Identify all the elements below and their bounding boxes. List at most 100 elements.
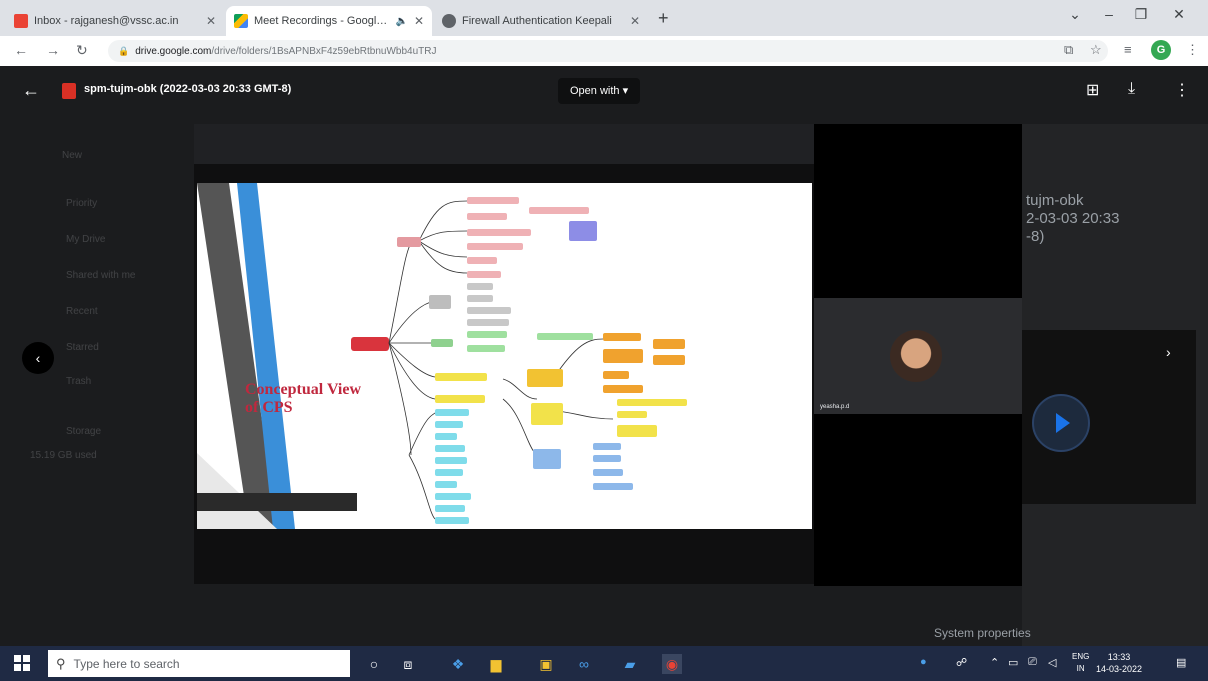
screen-share-notice-bar [197, 493, 357, 511]
speaker-icon[interactable]: 🔈 [395, 16, 407, 27]
tab-label: Firewall Authentication Keepali [462, 15, 612, 27]
link-app-icon[interactable]: ∞ [574, 654, 594, 674]
participant-name: yeasha.p.d [820, 404, 850, 410]
mindmap-node [593, 483, 633, 490]
sidebar-item-shared: Shared with me [66, 270, 136, 281]
region-code: IN [1076, 664, 1085, 673]
people-icon[interactable]: ☍ [956, 656, 967, 669]
sidebar-item-new: New [62, 150, 83, 161]
windows-taskbar: ⚲ Type here to search ○ ⧈ ❖ ▆ ▣ ∞ ▰ ◉ ● … [0, 646, 1208, 681]
mindmap-node [529, 207, 589, 214]
system-clock[interactable]: 13:33 14-03-2022 [1096, 651, 1142, 675]
star-icon[interactable]: ☆ [1090, 42, 1102, 58]
play-icon[interactable] [1032, 394, 1090, 452]
cortana-icon[interactable]: ○ [364, 654, 384, 674]
language-code: ENG [1072, 652, 1090, 661]
mindmap-node [653, 355, 685, 365]
lock-icon[interactable]: 🔒 [118, 46, 129, 57]
browser-toolbar: ← → ↻ 🔒 drive.google.com/drive/folders/1… [0, 36, 1208, 66]
taskbar-search-box[interactable]: ⚲ Type here to search [48, 650, 350, 677]
mindmap-node [617, 425, 657, 437]
address-bar[interactable]: 🔒 drive.google.com/drive/folders/1BsAPNB… [108, 40, 1108, 62]
task-view-icon[interactable]: ⧈ [398, 654, 418, 674]
mindmap-node [467, 295, 493, 302]
mindmap-node [435, 481, 457, 488]
mindmap-node [467, 213, 507, 220]
mail-icon[interactable]: ▰ [620, 654, 640, 674]
mindmap-node [603, 333, 641, 341]
network-icon[interactable]: ⎚ [1028, 656, 1037, 669]
mindmap-node [435, 373, 487, 381]
notifications-icon[interactable]: ▤ [1176, 656, 1186, 669]
mindmap-node [603, 385, 643, 393]
open-with-label: Open with [570, 85, 620, 97]
sidebar-item-my-drive: My Drive [66, 234, 106, 245]
mindmap-node [467, 243, 523, 250]
tab-label: Inbox - rajganesh@vssc.ac.in [34, 15, 179, 27]
mindmap-node [533, 449, 561, 469]
new-tab-button[interactable]: + [658, 8, 669, 29]
slide-title-line: Conceptual View [245, 381, 361, 398]
more-options-icon[interactable]: ⋮ [1174, 80, 1190, 100]
dropbox-icon[interactable]: ❖ [448, 654, 468, 674]
profile-avatar[interactable]: G [1151, 40, 1171, 60]
battery-icon[interactable]: ▭ [1008, 656, 1018, 669]
show-hidden-icons[interactable]: ⌃ [990, 656, 999, 669]
mindmap-node [435, 457, 467, 464]
mindmap-node [531, 403, 563, 425]
back-arrow-icon[interactable]: ← [22, 80, 40, 101]
close-icon[interactable]: ✕ [414, 14, 424, 28]
file-explorer-icon[interactable]: ▆ [486, 654, 506, 674]
open-with-button[interactable]: Open with ▾ [558, 78, 641, 104]
minimize-button[interactable]: – [1094, 6, 1124, 22]
close-icon[interactable]: ✕ [630, 14, 640, 28]
slide-title: Conceptual View of CPS [245, 381, 361, 417]
drive-icon [234, 14, 248, 28]
sidebar-item-recent: Recent [66, 306, 98, 317]
details-title-line: 2-03-03 20:33 [1026, 210, 1120, 227]
tab-label: Meet Recordings - Google D [254, 15, 392, 27]
details-title-line: -8) [1026, 228, 1045, 245]
store-icon[interactable]: ▣ [536, 654, 556, 674]
gmail-icon [14, 14, 28, 28]
mindmap-node [431, 339, 453, 347]
chevron-down-icon[interactable]: ⌄ [1060, 6, 1090, 23]
language-indicator[interactable]: ENG IN [1072, 651, 1089, 675]
playlist-icon[interactable]: ≡ [1124, 42, 1132, 57]
central-node [351, 337, 389, 351]
mindmap-node [467, 319, 509, 326]
tab-meet-recordings[interactable]: Meet Recordings - Google D 🔈 ✕ [226, 6, 432, 36]
reload-icon[interactable]: ↻ [76, 42, 88, 59]
mindmap-node [467, 331, 507, 338]
meet-tray-icon[interactable]: ● [920, 656, 927, 668]
windows-start-icon[interactable] [14, 655, 30, 671]
next-file-button[interactable]: › [1166, 344, 1171, 360]
tab-gmail[interactable]: Inbox - rajganesh@vssc.ac.in ✕ [6, 6, 224, 36]
back-icon[interactable]: ← [14, 42, 28, 58]
presentation-slide: Conceptual View of CPS [197, 183, 812, 529]
close-icon[interactable]: ✕ [206, 14, 216, 28]
search-placeholder: Type here to search [73, 656, 180, 671]
chrome-icon[interactable]: ◉ [662, 654, 682, 674]
close-window-button[interactable]: ✕ [1164, 6, 1194, 23]
tab-firewall-auth[interactable]: Firewall Authentication Keepali ✕ [434, 6, 648, 36]
add-comment-icon[interactable]: ⊞ [1086, 80, 1099, 100]
share-icon[interactable]: ⧉ [1064, 42, 1073, 58]
clock-time: 13:33 [1107, 652, 1131, 662]
viewer-top-bar: ← spm-tujm-obk (2022-03-03 20:33 GMT-8) … [0, 66, 1208, 116]
mindmap-node [467, 283, 493, 290]
forward-icon[interactable]: → [46, 42, 60, 58]
previous-file-button[interactable]: ‹ [22, 342, 54, 374]
restore-button[interactable]: ❐ [1126, 6, 1156, 23]
mindmap-node [467, 257, 497, 264]
download-icon[interactable]: ⤓ [1128, 80, 1135, 98]
participant-avatar [890, 330, 942, 382]
volume-icon[interactable]: ◁ [1048, 656, 1056, 669]
sidebar-item-trash: Trash [66, 376, 92, 387]
sidebar-item-priority: Priority [66, 198, 98, 209]
menu-icon[interactable]: ⋮ [1186, 42, 1199, 58]
mindmap-node [435, 505, 465, 512]
mindmap-node [435, 395, 485, 403]
video-file-icon [62, 83, 76, 99]
mindmap-node [397, 237, 421, 247]
